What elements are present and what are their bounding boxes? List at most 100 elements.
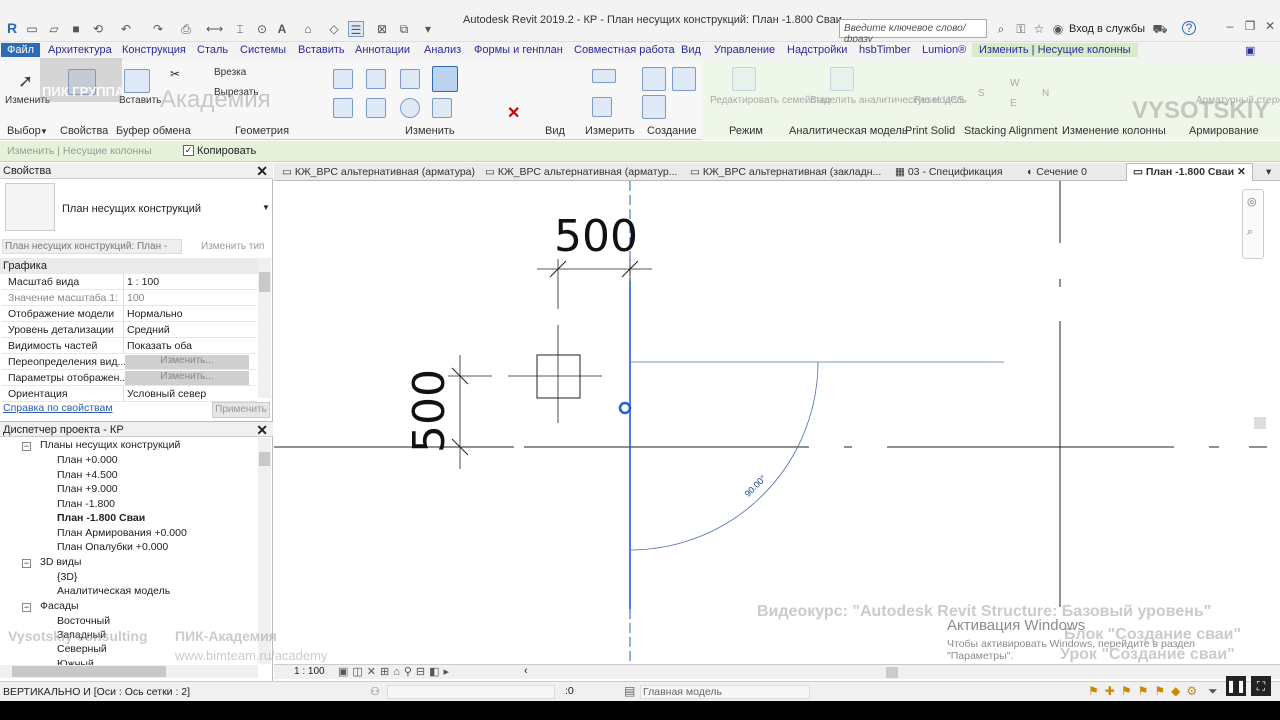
prop-row-scale[interactable]: Масштаб вида 1 : 100: [2, 274, 257, 290]
view-tab-active[interactable]: ▭ План -1.800 Сваи ✕: [1126, 163, 1253, 181]
browser-close-icon[interactable]: ✕: [256, 422, 268, 439]
tab-addins[interactable]: Надстройки: [787, 44, 847, 56]
tab-systems[interactable]: Системы: [240, 44, 286, 56]
favorites-icon[interactable]: ☆: [1031, 21, 1047, 37]
edit-type-button[interactable]: Изменить тип: [201, 241, 264, 252]
design-options-icon[interactable]: ▤: [624, 684, 635, 698]
selection-filter-icons[interactable]: ⚑✚⚑⚑⚑◆⚙: [1088, 684, 1203, 698]
prop-row-parts-visibility[interactable]: Видимость частей Показать оба: [2, 338, 257, 354]
mirror-axis-icon[interactable]: [400, 69, 420, 89]
tree-item[interactable]: 3D виды: [40, 556, 81, 568]
canvas-vscroll-thumb[interactable]: [1254, 417, 1266, 429]
tree-item-active[interactable]: План -1.800 Сваи: [57, 512, 145, 524]
browser-hscrollbar[interactable]: [0, 665, 258, 678]
thin-lines-icon[interactable]: ☰: [348, 21, 364, 37]
tag-icon[interactable]: ⊙: [254, 21, 270, 37]
browser-hscroll-thumb[interactable]: [12, 666, 166, 677]
3d-view-icon[interactable]: ⌂: [300, 21, 316, 37]
save-icon[interactable]: ■: [68, 21, 84, 37]
search-icon[interactable]: ⌕: [993, 21, 1009, 37]
restore-icon[interactable]: ❐: [1242, 18, 1258, 34]
tree-item[interactable]: План Опалубки +0.000: [57, 541, 168, 553]
view-tab[interactable]: ◐ Сечение 0: [1027, 166, 1087, 178]
copy-checkbox[interactable]: ✓: [183, 145, 194, 156]
drawing-canvas[interactable]: 90.00° 500 500 ◎ ⌕: [274, 181, 1267, 665]
tree-item[interactable]: План +9.000: [57, 483, 118, 495]
view-tabs-menu-icon[interactable]: ▾: [1266, 166, 1271, 178]
delete-icon[interactable]: ✕: [507, 103, 520, 123]
zoom-icon[interactable]: ⌕: [1247, 226, 1253, 239]
sync-icon[interactable]: ⟲: [90, 21, 106, 37]
minimize-icon[interactable]: –: [1222, 18, 1238, 34]
view-control-icons[interactable]: ▣◫✕⊞⌂⚲⊟◧▸: [338, 665, 453, 678]
apply-button[interactable]: Применить: [212, 402, 270, 418]
tab-manage[interactable]: Управление: [714, 44, 775, 56]
tree-item[interactable]: План +4.500: [57, 469, 118, 481]
tree-collapse-icon[interactable]: −: [22, 442, 31, 451]
tab-architecture[interactable]: Архитектура: [48, 44, 112, 56]
dimension-tool-icon[interactable]: [592, 97, 612, 117]
scissors-icon[interactable]: ✂: [170, 67, 180, 81]
tab-annotate[interactable]: Аннотации: [355, 44, 410, 56]
properties-scrollbar[interactable]: [258, 258, 271, 398]
view-tab[interactable]: ▭ КЖ_ВРС альтернативная (арматура): [282, 166, 475, 178]
customize-qat-icon[interactable]: ▾: [420, 21, 436, 37]
move-icon[interactable]: [333, 98, 353, 118]
prop-value[interactable]: 1 : 100: [127, 276, 159, 288]
tab-hsbtimber[interactable]: hsbTimber: [859, 44, 911, 56]
user-icon[interactable]: ◉: [1050, 21, 1066, 37]
tab-collaborate[interactable]: Совместная работа: [574, 44, 675, 56]
new-icon[interactable]: ▭: [24, 21, 40, 37]
view-tab[interactable]: ▦ 03 - Спецификация: [895, 166, 1003, 178]
graphics-group-header[interactable]: Графика: [0, 258, 258, 274]
create-group-icon[interactable]: [642, 67, 666, 91]
browser-vscroll-thumb[interactable]: [259, 452, 270, 466]
tree-collapse-icon[interactable]: −: [22, 559, 31, 568]
properties-help-link[interactable]: Справка по свойствам: [3, 402, 113, 414]
measure-icon[interactable]: ⟷: [206, 21, 223, 37]
prop-row-vg-overrides[interactable]: Переопределения вид... Изменить...: [2, 354, 257, 370]
help-icon[interactable]: ?: [1182, 21, 1196, 35]
tab-steel[interactable]: Сталь: [197, 44, 228, 56]
tree-item[interactable]: План -1.800: [57, 498, 115, 510]
dimension-icon[interactable]: ⌶: [232, 21, 248, 37]
tab-file[interactable]: Файл: [1, 43, 41, 57]
properties-close-icon[interactable]: ✕: [256, 163, 268, 180]
properties-scroll-thumb[interactable]: [259, 272, 270, 292]
tree-item[interactable]: План Армирования +0.000: [57, 527, 187, 539]
trim-extend-icon[interactable]: [432, 98, 452, 118]
tab-modify-structural-columns[interactable]: Изменить | Несущие колонны: [972, 43, 1138, 57]
search-input[interactable]: Введите ключевое слово/фразу: [839, 19, 987, 45]
worksharing-icon[interactable]: ⚇: [370, 685, 380, 698]
tab-massing-site[interactable]: Формы и генплан: [474, 44, 563, 56]
type-selector[interactable]: План несущих конструкций: [62, 203, 201, 215]
tab-view[interactable]: Вид: [681, 44, 701, 56]
graphic-display-edit-button[interactable]: Изменить...: [125, 371, 249, 385]
tree-item[interactable]: Планы несущих конструкций: [40, 439, 180, 451]
plan-view[interactable]: 90.00° 500 500: [274, 181, 1267, 665]
switch-windows-icon[interactable]: ⧉: [396, 21, 412, 37]
type-dropdown-icon[interactable]: ▼: [262, 203, 270, 212]
undo-icon[interactable]: ↶: [118, 21, 134, 37]
open-icon[interactable]: ▱: [46, 21, 62, 37]
create-parts-icon[interactable]: [642, 95, 666, 119]
mirror-draw-icon[interactable]: [432, 66, 458, 92]
view-tab[interactable]: ▭ КЖ_ВРС альтернативная (арматур...: [485, 166, 677, 178]
cursor-arrow-icon[interactable]: ➚: [18, 71, 33, 92]
hscroll-left-icon[interactable]: ‹: [524, 665, 528, 677]
paste-icon[interactable]: [124, 69, 150, 93]
revit-logo-icon[interactable]: R: [4, 20, 20, 36]
ribbon-minimize-icon[interactable]: ▣: [1245, 44, 1255, 57]
prop-value[interactable]: Нормально: [127, 308, 183, 320]
close-hidden-icon[interactable]: ⊠: [374, 21, 390, 37]
tree-item[interactable]: {3D}: [57, 571, 77, 583]
tab-analyze[interactable]: Анализ: [424, 44, 461, 56]
tree-item[interactable]: План +0.000: [57, 454, 118, 466]
prop-value[interactable]: Средний: [127, 324, 170, 336]
workset-dropdown[interactable]: [387, 685, 555, 699]
tree-collapse-icon[interactable]: −: [22, 603, 31, 612]
tab-insert[interactable]: Вставить: [298, 44, 345, 56]
steering-wheel-icon[interactable]: ◎: [1247, 195, 1257, 208]
close-window-icon[interactable]: ✕: [1262, 18, 1278, 34]
instance-filter[interactable]: План несущих конструкций: План -: [2, 239, 182, 254]
